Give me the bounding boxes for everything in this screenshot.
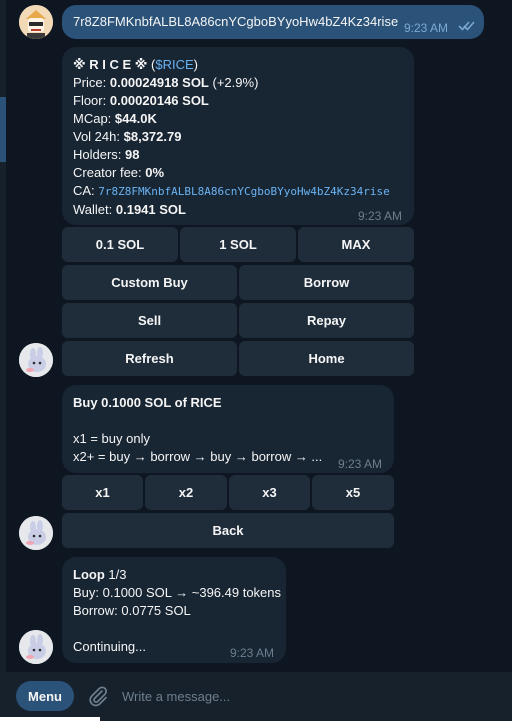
double-check-icon [458,21,475,31]
volume-line: Vol 24h: $8,372.79 [73,128,408,146]
volume-label: Vol 24h: [73,129,120,144]
ca-label: CA: [73,183,95,198]
loop-x2-button[interactable]: x2 [145,475,227,510]
floor-label: Floor: [73,93,107,108]
buy-card: Buy 0.1000 SOL of RICE x1 = buy only x2+… [62,385,394,473]
bot-avatar-icon [19,630,53,664]
back-button[interactable]: Back [62,513,394,548]
floor-line: Floor: 0.00020146 SOL [73,92,408,110]
mcap-line: MCap: $44.0K [73,110,408,128]
repay-button[interactable]: Repay [239,303,414,338]
sell-button[interactable]: Sell [62,303,237,338]
paperclip-icon[interactable] [86,684,110,708]
amount-0-1-sol-button[interactable]: 0.1 SOL [62,227,178,262]
loop-x5-button[interactable]: x5 [312,475,394,510]
ticker-close-paren: ) [193,57,199,72]
ticker-link[interactable]: $RICE [155,57,193,72]
loop-x1-button[interactable]: x1 [62,475,143,510]
loop-buy-line: Buy: 0.1000 SOL → ~396.49 tokens [73,585,282,600]
bot-avatar-icon [19,516,53,550]
user-avatar-icon [19,5,53,39]
token-info-card: ※ R I C E ※ ($RICE) Price: 0.00024918 SO… [62,47,414,225]
loop-x3-button[interactable]: x3 [229,475,310,510]
buy-card-line-2: x2+ = buy → borrow → buy → borrow → ... [73,449,323,464]
creator-fee-label: Creator fee: [73,165,142,180]
buy-card-line-1: x1 = buy only [73,431,150,446]
wallet-value: 0.1941 SOL [115,202,186,217]
loop-count: 1/3 [108,567,127,582]
amount-1-sol-button[interactable]: 1 SOL [180,227,296,262]
loop-card-time: 9:23 AM [230,646,275,660]
floor-value: 0.00020146 SOL [109,93,209,108]
user-avatar[interactable] [19,5,53,39]
creator-fee-value: 0% [145,165,165,180]
volume-value: $8,372.79 [123,129,182,144]
sent-message-time: 9:23 AM [404,21,449,35]
contract-address[interactable]: 7r8Z8FMKnbfALBL8A86cnYCgboBYyoHw4bZ4Kz34… [98,185,389,198]
creator-fee-line: Creator fee: 0% [73,164,408,182]
buy-card-title: Buy 0.1000 SOL of RICE [73,395,222,410]
bot-avatar[interactable] [19,630,53,664]
sent-message: 7r8Z8FMKnbfALBL8A86cnYCgboBYyoHw4bZ4Kz34… [62,5,484,39]
buy-card-time: 9:23 AM [338,457,383,471]
wallet-label: Wallet: [73,202,113,217]
holders-value: 98 [125,147,140,162]
token-name: ※ R I C E ※ [73,57,148,72]
sent-message-text: 7r8Z8FMKnbfALBL8A86cnYCgboBYyoHw4bZ4Kz34… [73,14,399,29]
message-input[interactable] [122,684,492,708]
mcap-value: $44.0K [114,111,157,126]
loop-line: Loop 1/3 [73,566,283,584]
price-change: (+2.9%) [212,75,259,90]
mcap-label: MCap: [73,111,112,126]
amount-max-button[interactable]: MAX [298,227,414,262]
borrow-button[interactable]: Borrow [239,265,414,300]
window-edge [0,717,100,721]
price-value: 0.00024918 SOL [109,75,209,90]
bot-avatar-icon [19,343,53,377]
price-label: Price: [73,75,107,90]
holders-label: Holders: [73,147,122,162]
left-rail [0,0,6,721]
refresh-button[interactable]: Refresh [62,341,237,376]
menu-button[interactable]: Menu [16,681,74,711]
message-composer: Menu [0,672,512,721]
loop-borrow-line: Borrow: 0.0775 SOL [73,603,191,618]
custom-buy-button[interactable]: Custom Buy [62,265,237,300]
scroll-marker [0,97,6,162]
bot-avatar[interactable] [19,343,53,377]
holders-line: Holders: 98 [73,146,408,164]
ca-line: CA: 7r8Z8FMKnbfALBL8A86cnYCgboBYyoHw4bZ4… [73,182,408,201]
loop-label: Loop [73,567,105,582]
price-line: Price: 0.00024918 SOL (+2.9%) [73,74,408,92]
loop-card: Loop 1/3 Buy: 0.1000 SOL → ~396.49 token… [62,557,286,663]
token-name-line: ※ R I C E ※ ($RICE) [73,56,408,74]
home-button[interactable]: Home [239,341,414,376]
token-card-time: 9:23 AM [358,209,403,223]
bot-avatar[interactable] [19,516,53,550]
